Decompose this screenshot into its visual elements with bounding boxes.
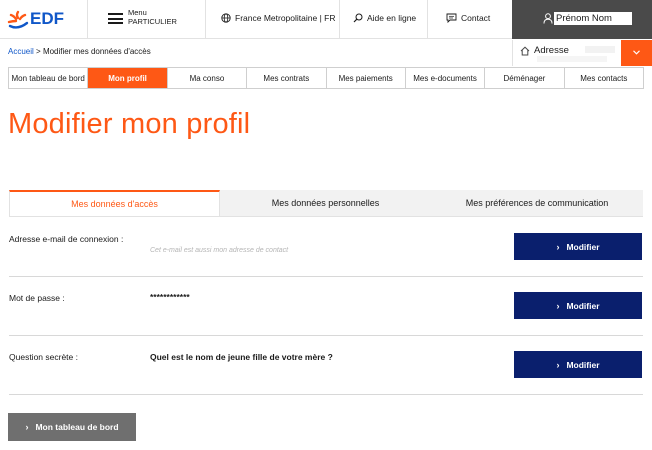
modify-password-label: Modifier [566,300,600,311]
menu-button[interactable]: Menu PARTICULIER [100,6,200,32]
user-account-button[interactable]: Prénom Nom [512,0,652,39]
menu-label: Menu PARTICULIER [128,8,177,26]
tab-donnees-personnelles[interactable]: Mes données personnelles [220,190,431,216]
help-link[interactable]: Aide en ligne [353,13,416,23]
chevron-down-icon [633,50,640,55]
address-label: Adresse [534,45,569,56]
modify-email-button[interactable]: › Modifier [514,233,642,260]
tab-donnees-acces[interactable]: Mes données d'accès [9,190,220,216]
help-label: Aide en ligne [367,13,417,23]
breadcrumb-home-link[interactable]: Accueil [8,47,34,56]
back-to-dashboard-label: Mon tableau de bord [35,422,119,432]
chevron-right-icon: › [556,300,560,311]
globe-icon [221,13,231,23]
breadcrumb: Accueil > Modifier mes données d'accès [8,47,151,56]
menu-label-line2: PARTICULIER [128,17,177,26]
menu-label-line1: Menu [128,8,147,17]
email-label: Adresse e-mail de connexion : [9,234,124,244]
back-to-dashboard-button[interactable]: › Mon tableau de bord [8,413,136,441]
modify-email-label: Modifier [566,241,600,252]
password-label: Mot de passe : [9,293,65,303]
header-divider [427,0,428,39]
nav-item-paiements[interactable]: Mes paiements [327,68,406,88]
tab-preferences-communication[interactable]: Mes préférences de communication [431,190,643,216]
nav-item-tableau-de-bord[interactable]: Mon tableau de bord [9,68,89,88]
nav-item-conso[interactable]: Ma conso [168,68,248,88]
secret-question-label: Question secrète : [9,352,78,362]
modify-secret-question-label: Modifier [566,359,600,370]
nav-item-e-documents[interactable]: Mes e-documents [406,68,486,88]
nav-item-contacts[interactable]: Mes contacts [565,68,643,88]
hamburger-icon [108,13,123,24]
nav-item-contrats[interactable]: Mes contrats [247,68,327,88]
home-icon [520,46,530,56]
header-divider [339,0,340,39]
edf-logo[interactable]: EDF [6,8,84,32]
nav-item-demenager[interactable]: Déménager [485,68,565,88]
chevron-right-icon: › [556,359,560,370]
secret-question-value: Quel est le nom de jeune fille de votre … [150,352,333,362]
user-name: Prénom Nom [554,12,632,25]
edf-sun-icon [7,10,29,29]
header-divider [87,0,88,39]
breadcrumb-current: Modifier mes données d'accès [42,47,151,56]
address-placeholder-bar [585,46,615,53]
secret-question-row: Question secrète : Quel est le nom de je… [9,336,643,395]
header-divider [205,0,206,39]
main-nav: Mon tableau de bord Mon profil Ma conso … [8,67,644,89]
modify-secret-question-button[interactable]: › Modifier [514,351,642,378]
breadcrumb-separator: > [36,47,41,56]
modify-password-button[interactable]: › Modifier [514,292,642,319]
email-hint: Cet e-mail est aussi mon adresse de cont… [150,247,289,254]
password-value: ************ [150,292,190,302]
address-placeholder-bar [537,56,607,62]
page-title: Modifier mon profil [8,108,251,140]
region-label: France Metropolitaine | FR [235,13,336,23]
password-row: Mot de passe : ************ › Modifier [9,277,643,336]
region-selector[interactable]: France Metropolitaine | FR [221,13,335,23]
address-dropdown-toggle[interactable] [621,40,652,66]
nav-item-profil[interactable]: Mon profil [88,68,168,88]
chat-icon [446,13,457,23]
email-row: Adresse e-mail de connexion : Cet e-mail… [9,218,643,277]
profile-subtabs: Mes données d'accès Mes données personne… [9,190,643,217]
search-icon [353,13,363,23]
contact-link[interactable]: Contact [446,13,490,23]
user-icon [543,13,553,24]
logo-text: EDF [30,9,64,28]
chevron-right-icon: › [556,241,560,252]
contact-label: Contact [461,13,491,23]
chevron-right-icon: › [25,422,29,432]
site-header: EDF Menu PARTICULIER France Metropolitai… [0,0,652,39]
